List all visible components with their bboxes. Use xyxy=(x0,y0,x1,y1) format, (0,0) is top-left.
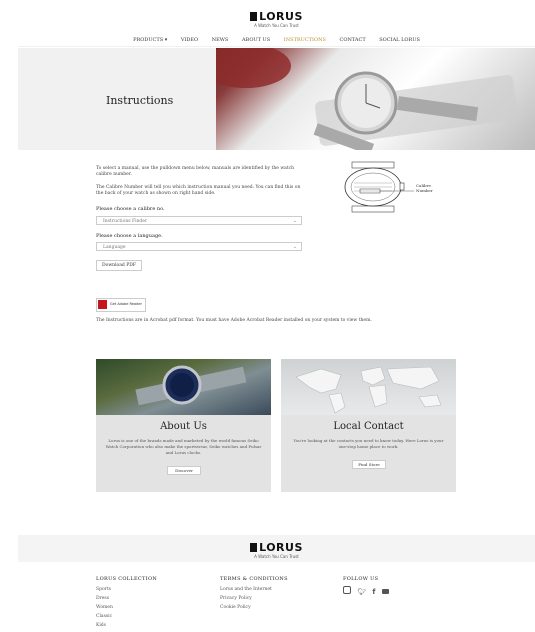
chevron-down-icon: ⌄ xyxy=(292,218,297,224)
footer-follow-title: FOLLOW US xyxy=(343,576,379,582)
footer-terms-title: TERMS & CONDITIONS xyxy=(220,576,288,582)
lorus-logo-icon xyxy=(250,543,258,552)
pdf-note: The Instructions are in Acrobat pdf form… xyxy=(96,318,372,323)
about-us-text: Lorus is one of the brands made and mark… xyxy=(105,438,262,455)
twitter-icon[interactable]: 🐦︎ xyxy=(357,588,366,596)
discover-button[interactable]: Discover xyxy=(167,466,201,475)
local-contact-title: Local Contact xyxy=(333,421,404,432)
footer-follow-column: FOLLOW US 🐦︎ f xyxy=(343,576,433,596)
calibre-select[interactable]: Instructions Finder ⌄ xyxy=(96,216,302,225)
about-us-card: About Us Lorus is one of the brands made… xyxy=(96,359,271,492)
nav-social-lorus[interactable]: SOCIAL LORUS xyxy=(379,37,420,43)
footer-collection-title: LORUS COLLECTION xyxy=(96,576,158,582)
facebook-icon[interactable]: f xyxy=(372,588,375,596)
find-store-button[interactable]: Find Store xyxy=(352,460,386,469)
nav-video[interactable]: VIDEO xyxy=(181,37,198,43)
calibre-label: Please choose a calibre no. xyxy=(96,206,165,212)
footer-link-internet[interactable]: Lorus and the Internet xyxy=(220,585,320,594)
footer-link-women[interactable]: Women xyxy=(96,603,196,612)
footer-collection-column: LORUS COLLECTION Sports Dress Women Clas… xyxy=(96,576,196,630)
local-contact-map-image xyxy=(281,359,456,415)
footer-terms-column: TERMS & CONDITIONS Lorus and the Interne… xyxy=(220,576,320,612)
nav-contact[interactable]: CONTACT xyxy=(340,37,366,43)
lorus-logo-icon xyxy=(250,12,258,21)
nav-products[interactable]: PRODUCTS ▾ xyxy=(133,37,167,43)
language-select[interactable]: Language ⌄ xyxy=(96,242,302,251)
local-contact-card: Local Contact You're looking at the cont… xyxy=(281,359,456,492)
calibre-diagram: Calibre Number xyxy=(338,161,448,213)
nav-about-us[interactable]: ABOUT US xyxy=(242,37,270,43)
nav-instructions[interactable]: INSTRUCTIONS xyxy=(284,37,326,43)
page-title: Instructions xyxy=(106,94,174,107)
about-us-image xyxy=(96,359,271,415)
footer-link-sports[interactable]: Sports xyxy=(96,585,196,594)
footer-link-privacy[interactable]: Privacy Policy xyxy=(220,594,320,603)
instagram-icon[interactable] xyxy=(343,586,351,594)
chevron-down-icon: ⌄ xyxy=(292,244,297,250)
get-adobe-reader-badge[interactable]: Get Adobe Reader xyxy=(96,298,146,312)
calibre-note: The Calibre Number will tell you which i… xyxy=(96,185,301,196)
youtube-icon[interactable] xyxy=(381,589,389,594)
footer-logo-band: LORUS A Watch You Can Trust xyxy=(18,535,535,562)
footer-link-dress[interactable]: Dress xyxy=(96,594,196,603)
main-nav: PRODUCTS ▾ VIDEO NEWS ABOUT US INSTRUCTI… xyxy=(18,37,535,43)
footer-link-classic[interactable]: Classic xyxy=(96,612,196,621)
hero-title-panel: Instructions xyxy=(18,48,216,150)
local-contact-text: You're looking at the contacts you need … xyxy=(293,438,444,449)
brand-logo[interactable]: LORUS A Watch You Can Trust xyxy=(18,10,535,28)
brand-tagline: A Watch You Can Trust xyxy=(254,23,299,28)
footer-link-cookie[interactable]: Cookie Policy xyxy=(220,603,320,612)
footer-link-kids[interactable]: Kids xyxy=(96,621,196,630)
nav-news[interactable]: NEWS xyxy=(212,37,229,43)
watch-photo xyxy=(216,48,518,150)
adobe-pdf-icon xyxy=(98,300,107,309)
footer-logo[interactable]: LORUS A Watch You Can Trust xyxy=(18,541,535,559)
hero-watch-image xyxy=(216,48,535,150)
footer-tagline: A Watch You Can Trust xyxy=(254,554,299,559)
calibre-callout: Calibre Number xyxy=(416,183,433,193)
language-label: Please choose a language. xyxy=(96,233,163,239)
intro-text: To select a manual, use the pulldown men… xyxy=(96,166,295,177)
download-pdf-button[interactable]: Download PDF xyxy=(96,260,142,271)
site-header: LORUS A Watch You Can Trust PRODUCTS ▾ V… xyxy=(18,0,535,47)
about-us-title: About Us xyxy=(160,421,207,432)
